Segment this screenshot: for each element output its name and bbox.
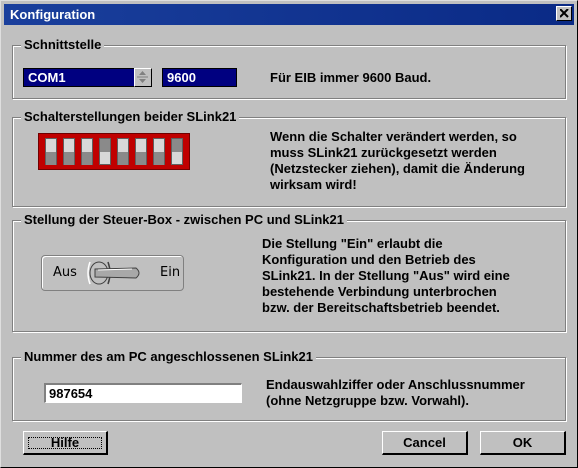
schalter-text-2: muss SLink21 zurückgesetzt werden <box>270 145 497 160</box>
dip-switch-8[interactable] <box>171 138 183 165</box>
port-spinner[interactable] <box>134 68 152 87</box>
group-schalter-label: Schalterstellungen beider SLink21 <box>21 109 240 124</box>
ok-button-label: OK <box>512 434 533 450</box>
toggle-ein-label: Ein <box>160 265 181 280</box>
steuer-text-2: Konfiguration und den Betrieb des <box>262 252 476 267</box>
toggle-lever-icon <box>87 261 140 285</box>
help-button[interactable]: Hilfe <box>23 431 108 455</box>
dip-switch-2[interactable] <box>63 138 75 165</box>
port-select[interactable]: COM1 <box>23 68 135 87</box>
dip-switch-7[interactable] <box>153 138 165 165</box>
group-schnittstelle-label: Schnittstelle <box>21 37 105 52</box>
steuer-text-4: bestehende Verbindung unterbrochen <box>262 284 497 299</box>
config-dialog: Konfiguration Schnittstelle COM1 9600 Fü… <box>0 0 578 468</box>
window-title: Konfiguration <box>10 7 96 22</box>
slink-number-input[interactable] <box>46 385 232 402</box>
baud-field[interactable]: 9600 <box>162 68 237 87</box>
cancel-button[interactable]: Cancel <box>382 431 468 455</box>
baud-value: 9600 <box>167 70 196 85</box>
dip-switch-5[interactable] <box>117 138 129 165</box>
group-nummer-label: Nummer des am PC angeschlossenen SLink21 <box>21 349 316 364</box>
steuer-text-3: SLink21. In der Stellung "Aus" wird eine <box>262 268 510 283</box>
baud-hint: Für EIB immer 9600 Baud. <box>270 70 432 85</box>
schalter-text-3: (Netzstecker ziehen), damit die Änderung <box>270 161 525 176</box>
schalter-text-4: wirksam wird! <box>270 177 357 192</box>
dip-switch-4[interactable] <box>99 138 111 165</box>
steuer-toggle[interactable]: Aus Ein <box>41 255 184 291</box>
close-button[interactable] <box>556 6 572 21</box>
schalter-text-1: Wenn die Schalter verändert werden, so <box>270 129 517 144</box>
port-value: COM1 <box>28 70 66 85</box>
dip-switch-6[interactable] <box>135 138 147 165</box>
title-bar[interactable]: Konfiguration <box>4 4 574 25</box>
nummer-text-2: (ohne Netzgruppe bzw. Vorwahl). <box>266 393 469 408</box>
close-icon <box>560 9 569 18</box>
steuer-text-5: bzw. der Bereitschaftsbetrieb beendet. <box>262 300 500 315</box>
group-steuer-label: Stellung der Steuer-Box - zwischen PC un… <box>21 212 347 227</box>
ok-button[interactable]: OK <box>480 431 566 455</box>
cancel-button-label: Cancel <box>403 434 446 450</box>
steuer-text-1: Die Stellung "Ein" erlaubt die <box>262 236 443 251</box>
dip-switch-block[interactable] <box>38 133 190 170</box>
nummer-text-1: Endauswahlziffer oder Anschlussnummer <box>266 377 525 392</box>
toggle-aus-label: Aus <box>53 265 77 280</box>
spin-arrows-icon <box>137 71 148 83</box>
dip-switch-3[interactable] <box>81 138 93 165</box>
help-button-label: Hilfe <box>24 433 106 453</box>
slink-number-field[interactable] <box>44 383 242 403</box>
dip-switch-1[interactable] <box>45 138 57 165</box>
